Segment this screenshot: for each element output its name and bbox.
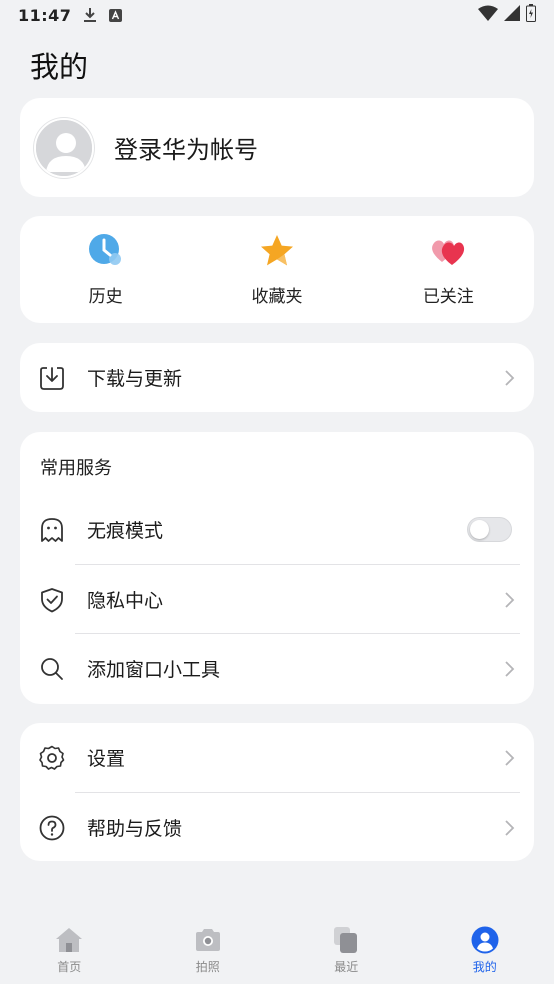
download-update-card: 下载与更新 — [20, 343, 534, 412]
favorites-label: 收藏夹 — [251, 287, 303, 307]
chevron-right-icon — [505, 591, 515, 608]
status-time: 11:47 — [18, 5, 72, 25]
download-tray-icon — [38, 364, 66, 392]
download-icon — [83, 7, 97, 23]
add-widget-row[interactable]: 添加窗口小工具 — [20, 634, 534, 703]
login-huawei-account-label[interactable]: 登录华为帐号 — [114, 130, 258, 165]
shield-check-icon — [38, 586, 66, 614]
add-widget-label: 添加窗口小工具 — [87, 659, 221, 681]
favorites-button[interactable]: 收藏夹 — [191, 216, 362, 323]
nav-me-label: 我的 — [472, 960, 497, 974]
common-services-card: 常用服务 无痕模式 隐私中心 添加窗口小工具 — [20, 432, 534, 704]
incognito-mode-row[interactable]: 无痕模式 — [20, 495, 534, 564]
recent-pages-icon — [332, 926, 360, 954]
followed-button[interactable]: 已关注 — [363, 216, 534, 323]
quick-access-card: 历史 收藏夹 已关注 — [20, 216, 534, 323]
nav-home[interactable]: 首页 — [0, 916, 139, 984]
ghost-icon — [38, 516, 66, 544]
nav-camera[interactable]: 拍照 — [139, 916, 278, 984]
history-button[interactable]: 历史 — [20, 216, 191, 323]
avatar[interactable] — [34, 117, 94, 178]
status-bar: 11:47 — [0, 0, 554, 30]
privacy-center-label: 隐私中心 — [87, 590, 164, 612]
nav-home-label: 首页 — [57, 960, 82, 974]
default-avatar-icon — [36, 119, 92, 176]
chevron-right-icon — [505, 749, 515, 766]
nav-me[interactable]: 我的 — [416, 916, 554, 984]
download-update-row[interactable]: 下载与更新 — [20, 343, 534, 412]
incognito-mode-label: 无痕模式 — [87, 520, 164, 542]
page-title: 我的 — [30, 50, 89, 84]
profile-icon — [471, 926, 499, 954]
help-feedback-row[interactable]: 帮助与反馈 — [20, 793, 534, 862]
settings-label: 设置 — [87, 748, 126, 770]
battery-icon — [526, 4, 536, 26]
chevron-right-icon — [505, 819, 515, 836]
account-card[interactable]: 登录华为帐号 — [20, 98, 534, 197]
followed-label: 已关注 — [422, 287, 474, 307]
help-feedback-label: 帮助与反馈 — [87, 818, 183, 840]
search-icon — [38, 655, 66, 683]
download-update-label: 下载与更新 — [87, 368, 183, 390]
home-icon — [55, 926, 83, 954]
nav-recent[interactable]: 最近 — [277, 916, 416, 984]
camera-icon — [194, 926, 222, 954]
signal-icon — [504, 5, 520, 25]
chevron-right-icon — [505, 660, 515, 677]
incognito-mode-toggle[interactable] — [467, 517, 512, 542]
nav-camera-label: 拍照 — [195, 960, 220, 974]
a-badge-icon — [109, 8, 123, 22]
settings-row[interactable]: 设置 — [20, 723, 534, 792]
favorites-star-icon — [258, 232, 296, 270]
history-clock-icon — [87, 232, 125, 270]
common-services-title: 常用服务 — [40, 458, 112, 479]
privacy-center-row[interactable]: 隐私中心 — [20, 565, 534, 634]
history-label: 历史 — [88, 287, 123, 307]
chevron-right-icon — [505, 369, 515, 386]
settings-card: 设置 帮助与反馈 — [20, 723, 534, 861]
nav-recent-label: 最近 — [334, 960, 359, 974]
help-question-icon — [38, 814, 66, 842]
bottom-nav: 首页 拍照 最近 我的 — [0, 916, 554, 984]
followed-hearts-icon — [429, 232, 467, 270]
toggle-knob — [470, 520, 489, 539]
gear-icon — [38, 744, 66, 772]
wifi-icon — [478, 5, 498, 25]
